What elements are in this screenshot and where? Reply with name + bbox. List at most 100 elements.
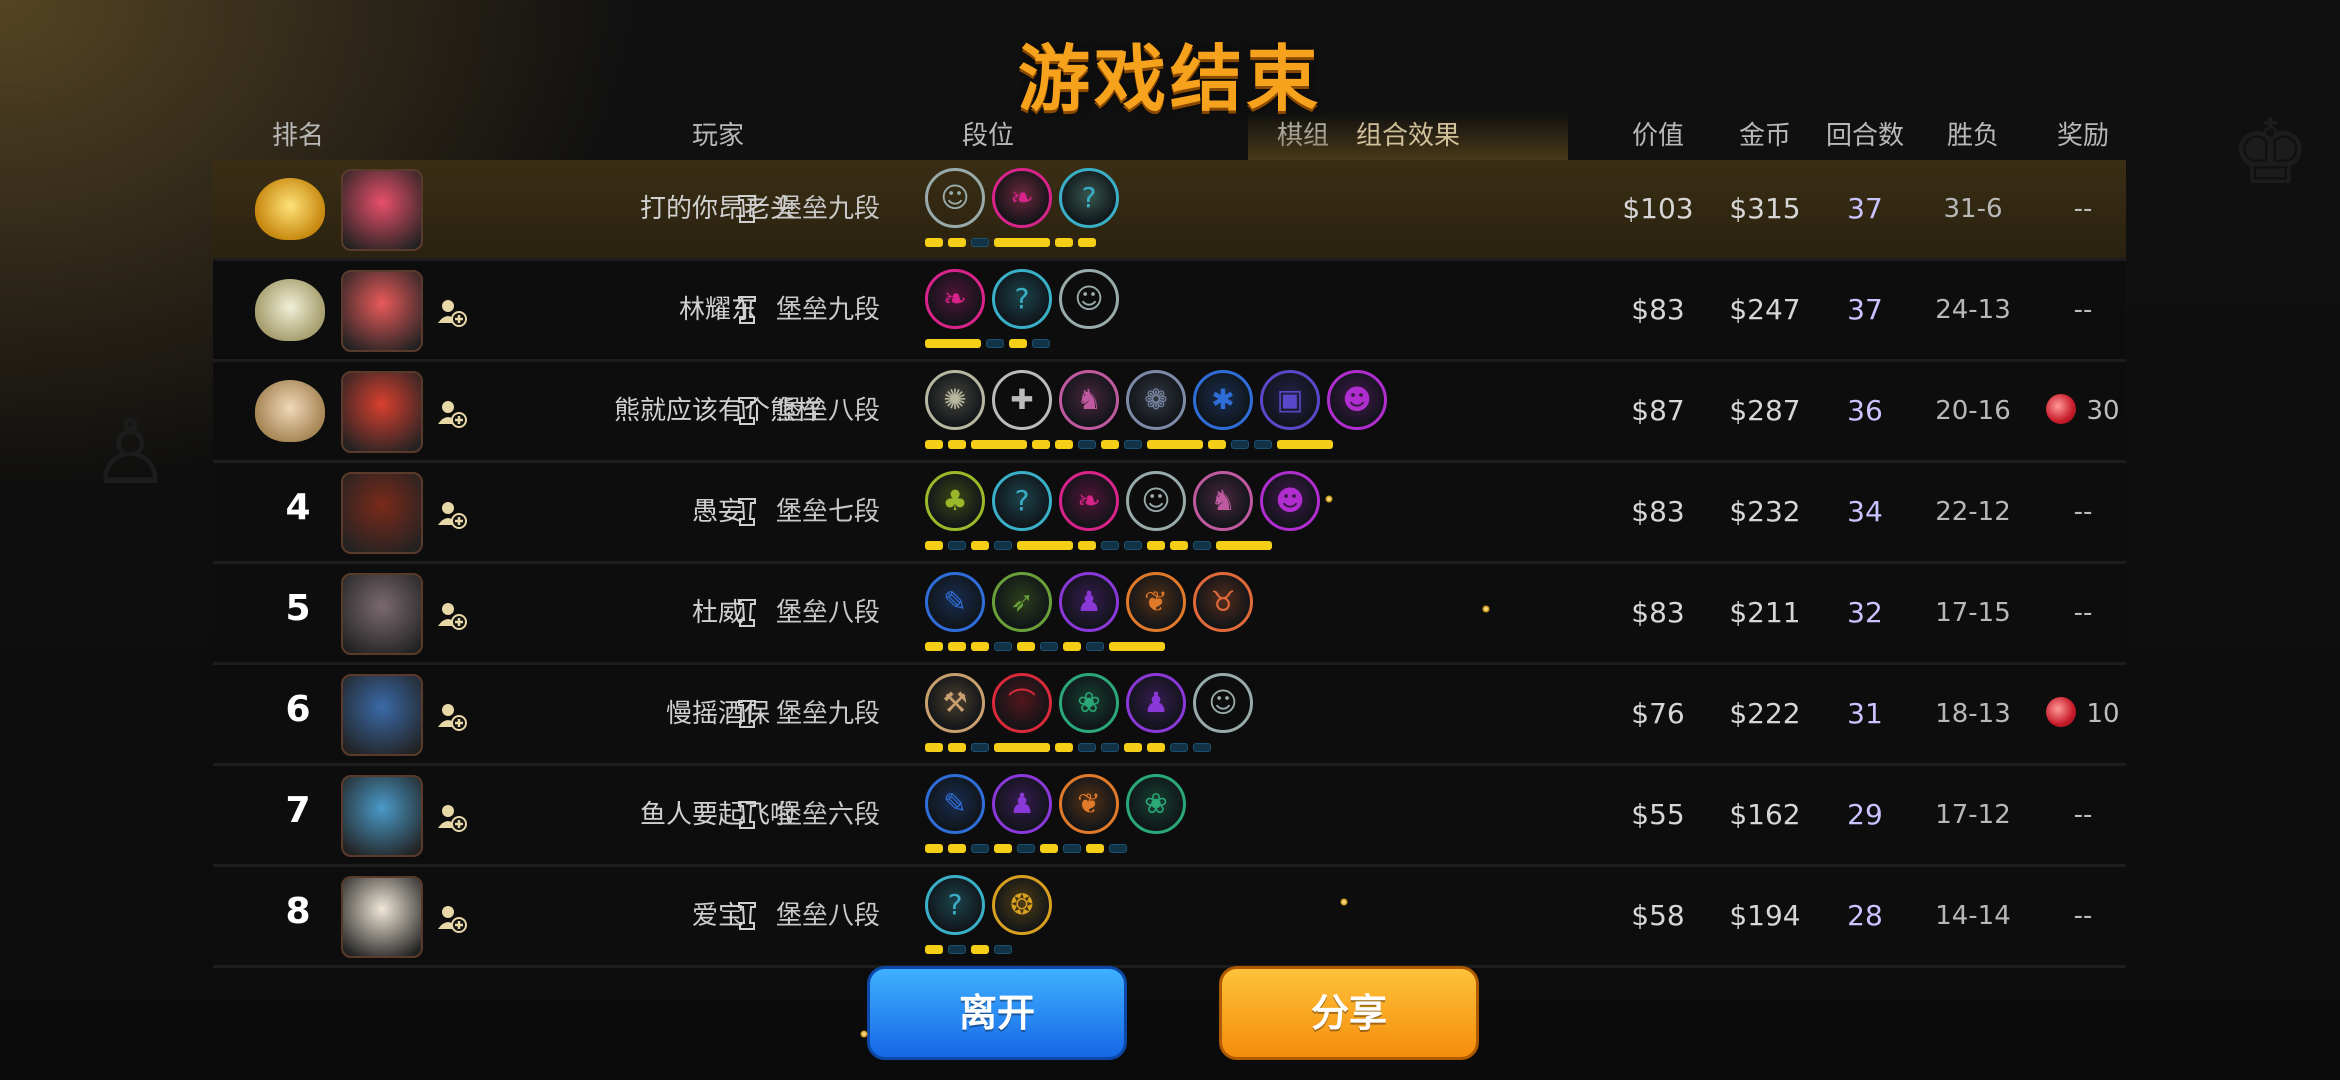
player-avatar[interactable]	[341, 169, 423, 251]
synergy-icon[interactable]: ❀	[1126, 774, 1186, 834]
synergy-icon[interactable]: ❧	[925, 269, 985, 329]
synergy-pip	[1101, 440, 1119, 449]
tier-label: 堡垒八段	[776, 396, 881, 426]
synergy-icon[interactable]: ⚒	[925, 673, 985, 733]
add-friend-icon[interactable]	[437, 398, 467, 428]
share-button[interactable]: 分享	[1219, 966, 1479, 1060]
synergy-icon[interactable]: ✱	[1193, 370, 1253, 430]
table-row[interactable]: 熊就应该有个熊样 堡垒八段 ✺ ✚ ♞ ❁ ✱ ▣ ☻ $87 $287 36 20-16 30	[213, 362, 2126, 463]
table-row[interactable]: 5 杜威 堡垒八段 ✎ ➶ ♟ ❦ ♉ $83 $211 32 17-15 --	[213, 564, 2126, 665]
table-row[interactable]: 8 爱宝 堡垒八段? ❂ $58 $194 28 14-14 --	[213, 867, 2126, 968]
synergy-icon[interactable]: ❀	[1059, 673, 1119, 733]
add-friend-icon[interactable]	[437, 297, 467, 327]
player-avatar[interactable]	[341, 371, 423, 453]
sparkle-decoration	[1482, 605, 1490, 613]
synergy-icon[interactable]: ♟	[1126, 673, 1186, 733]
synergy-pip	[1017, 844, 1035, 853]
reward-amount: --	[2073, 497, 2093, 527]
synergy-icon[interactable]: ☻	[1327, 370, 1387, 430]
col-combo-tab[interactable]: 组合效果	[1248, 112, 1568, 163]
table-row[interactable]: 6 慢摇酒保 堡垒九段 ⚒ ⌒ ❀ ♟ ☺ $76 $222 31 18-13 10	[213, 665, 2126, 766]
tier-label: 堡垒八段	[776, 598, 881, 628]
synergy-icon[interactable]: ♟	[992, 774, 1052, 834]
add-friend-icon[interactable]	[437, 600, 467, 630]
add-friend-icon[interactable]	[437, 499, 467, 529]
synergy-icon[interactable]: ❧	[992, 168, 1052, 228]
player-avatar[interactable]	[341, 573, 423, 655]
game-over-title: 游戏结束	[1017, 37, 1322, 121]
synergy-icon[interactable]: ➶	[992, 572, 1052, 632]
synergy-icon[interactable]: ▣	[1260, 370, 1320, 430]
synergy-pip	[971, 743, 989, 752]
synergy-pip	[1086, 642, 1104, 651]
reward-cell: --	[2028, 160, 2138, 258]
synergy-pip	[1055, 743, 1073, 752]
player-avatar[interactable]	[341, 876, 423, 958]
synergy-pip	[948, 541, 966, 550]
player-avatar[interactable]	[341, 472, 423, 554]
synergy-icon[interactable]: ☺	[1059, 269, 1119, 329]
player-avatar[interactable]	[341, 270, 423, 352]
value-cell: $83	[1631, 596, 1685, 629]
synergy-pip	[971, 945, 989, 954]
synergy-icon[interactable]: ☻	[1260, 471, 1320, 531]
synergy-icon[interactable]: ☺	[1193, 673, 1253, 733]
table-row[interactable]: 4 愚妄 堡垒七段 ♣? ❧ ☺ ♞ ☻ $83 $232 34 22-12 --	[213, 463, 2126, 564]
synergy-icon[interactable]: ✚	[992, 370, 1052, 430]
synergy-icon[interactable]: ⌒	[992, 673, 1052, 733]
synergy-icon[interactable]: ✎	[925, 774, 985, 834]
synergy-pip	[948, 238, 966, 247]
synergy-pip	[971, 238, 989, 247]
player-avatar[interactable]	[341, 674, 423, 756]
synergy-icon[interactable]: ?	[992, 471, 1052, 531]
gold-medal-icon	[255, 178, 325, 240]
synergy-icon[interactable]: ❦	[1059, 774, 1119, 834]
synergy-icon[interactable]: ☺	[925, 168, 985, 228]
synergy-icon[interactable]: ❂	[992, 875, 1052, 935]
synergy-icon[interactable]: ✺	[925, 370, 985, 430]
synergy-pip	[1032, 440, 1050, 449]
synergy-icon[interactable]: ♣	[925, 471, 985, 531]
tier-label: 堡垒九段	[776, 699, 881, 729]
synergy-icon[interactable]: ?	[992, 269, 1052, 329]
synergy-icon[interactable]: ♉	[1193, 572, 1253, 632]
synergy-icon[interactable]: ✎	[925, 572, 985, 632]
synergy-icon[interactable]: ☺	[1126, 471, 1186, 531]
synergy-pip	[1040, 844, 1058, 853]
reward-amount: --	[2073, 598, 2093, 628]
synergy-pip	[1009, 339, 1027, 348]
table-row[interactable]: 打的你昂老头 堡垒九段 ☺ ❧? $103 $315 37 31-6 --	[213, 160, 2126, 261]
tier-tower-icon	[736, 699, 758, 729]
rank-number: 6	[285, 689, 311, 730]
synergy-pip	[1063, 642, 1081, 651]
synergy-icon[interactable]: ❧	[1059, 471, 1119, 531]
reward-amount: 30	[2086, 396, 2120, 426]
table-row[interactable]: 林耀东 堡垒九段 ❧? ☺ $83 $247 37 24-13 --	[213, 261, 2126, 362]
synergy-pip	[1147, 743, 1165, 752]
synergy-pip	[971, 541, 989, 550]
synergy-pip	[971, 440, 1027, 449]
synergy-pip	[1147, 440, 1203, 449]
synergy-icon[interactable]: ❁	[1126, 370, 1186, 430]
synergy-pip	[994, 743, 1050, 752]
add-friend-icon[interactable]	[437, 701, 467, 731]
synergy-pip	[971, 642, 989, 651]
synergy-icon[interactable]: ❦	[1126, 572, 1186, 632]
synergy-icon[interactable]: ♟	[1059, 572, 1119, 632]
win-loss-cell: 31-6	[1943, 194, 2003, 224]
synergy-icon[interactable]: ?	[1059, 168, 1119, 228]
synergy-pip	[1078, 440, 1096, 449]
gold-cell: $287	[1729, 394, 1801, 427]
rank-number: 5	[285, 588, 311, 629]
reward-cell: --	[2028, 261, 2138, 359]
table-row[interactable]: 7 鱼人要起飞啦 堡垒六段 ✎ ♟ ❦ ❀ $55 $162 29 17-12 --	[213, 766, 2126, 867]
player-avatar[interactable]	[341, 775, 423, 857]
win-loss-cell: 17-12	[1935, 800, 2011, 830]
add-friend-icon[interactable]	[437, 903, 467, 933]
synergy-icon[interactable]: ♞	[1059, 370, 1119, 430]
tier-label: 堡垒九段	[776, 194, 881, 224]
synergy-icon[interactable]: ♞	[1193, 471, 1253, 531]
synergy-icon[interactable]: ?	[925, 875, 985, 935]
leave-button[interactable]: 离开	[867, 966, 1127, 1060]
add-friend-icon[interactable]	[437, 802, 467, 832]
